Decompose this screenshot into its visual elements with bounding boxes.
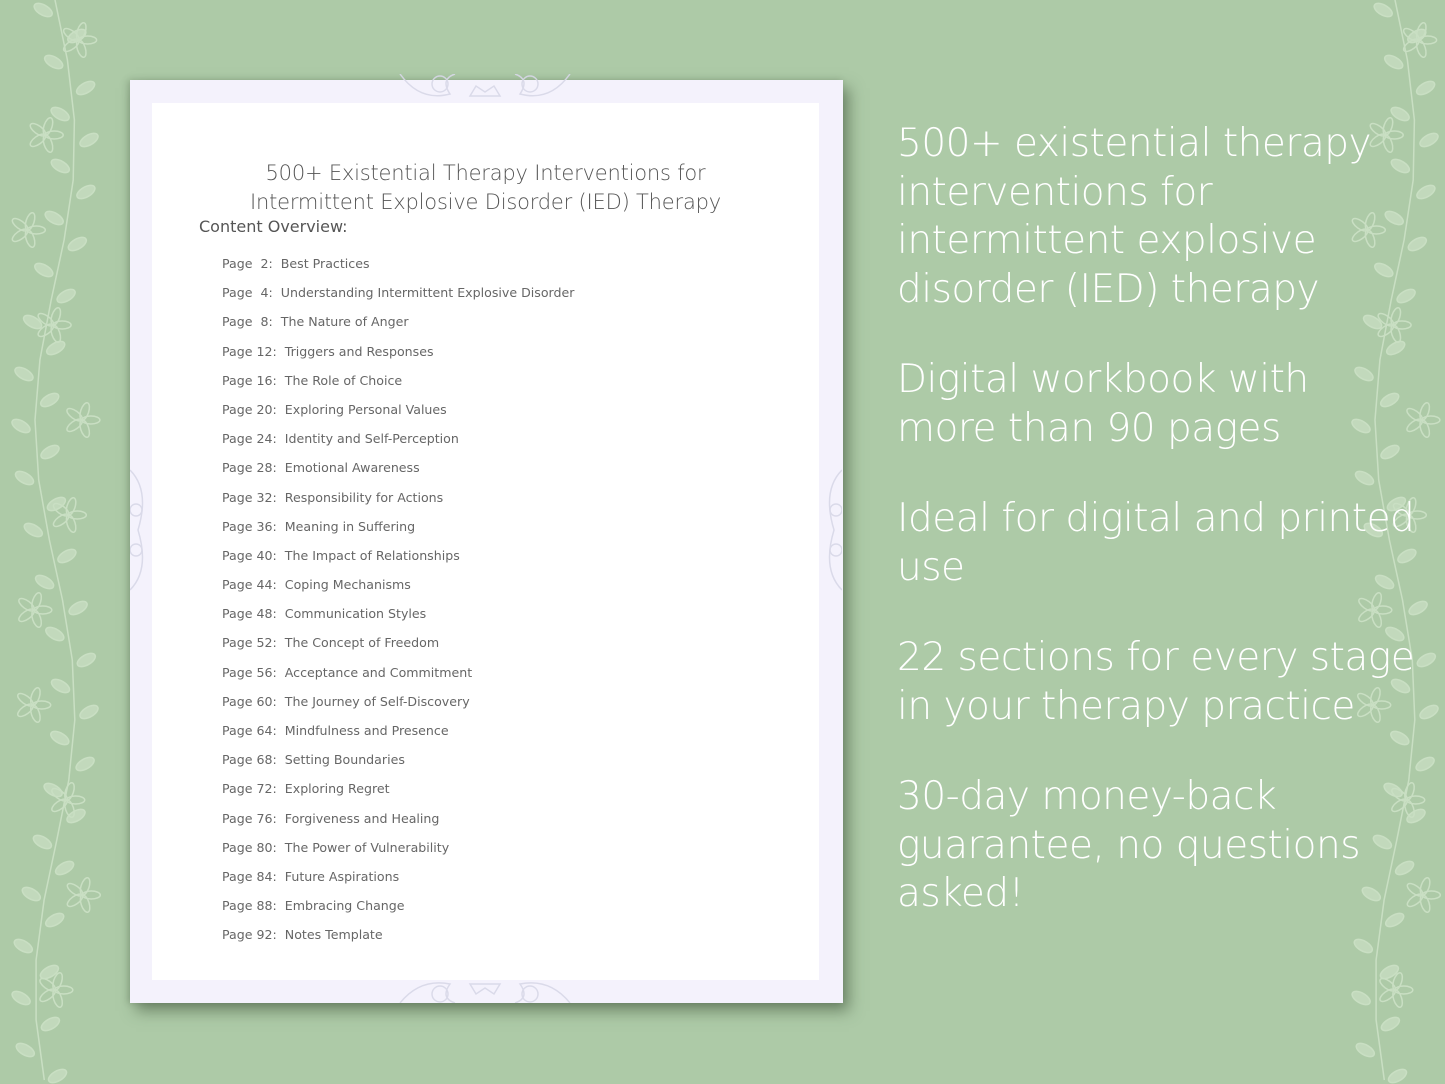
toc-section-title: Best Practices bbox=[280, 256, 370, 271]
toc-section-title: Communication Styles bbox=[284, 606, 427, 622]
toc-item: Page 92: Notes Template bbox=[222, 925, 574, 954]
toc-section-title: The Concept of Freedom bbox=[284, 635, 440, 651]
content-overview-heading: Content Overview: bbox=[199, 217, 348, 236]
toc-section-title: Responsibility for Actions bbox=[284, 489, 444, 505]
toc-section-title: The Impact of Relationships bbox=[284, 547, 460, 563]
feature-list: 500+ existential therapy interventions f… bbox=[897, 120, 1417, 961]
workbook-page-preview: 500+ Existential Therapy Interventions f… bbox=[130, 74, 843, 1003]
toc-item: Page 56: Acceptance and Commitment bbox=[222, 663, 574, 692]
toc-page-number: Page 52: bbox=[222, 635, 277, 651]
toc-item: Page 52: The Concept of Freedom bbox=[222, 633, 574, 662]
mandala-top-ornament bbox=[399, 74, 571, 97]
toc-item: Page 36: Meaning in Suffering bbox=[222, 517, 574, 546]
toc-page-number: Page 40: bbox=[222, 547, 277, 563]
feature-usage: Ideal for digital and printed use bbox=[897, 496, 1415, 590]
toc-section-title: Embracing Change bbox=[284, 898, 405, 914]
toc-page-number: Page 64: bbox=[222, 723, 277, 738]
toc-page-number: Page 72: bbox=[222, 781, 277, 797]
toc-item: Page 32: Responsibility for Actions bbox=[222, 488, 574, 517]
toc-section-title: Mindfulness and Presence bbox=[284, 723, 449, 738]
toc-item: Page 12: Triggers and Responses bbox=[222, 342, 574, 371]
toc-page-number: Page 48: bbox=[222, 606, 277, 622]
toc-item: Page 84: Future Aspirations bbox=[222, 867, 574, 896]
toc-item: Page 72: Exploring Regret bbox=[222, 779, 574, 808]
toc-page-number: Page 8: bbox=[222, 314, 273, 330]
mandala-left-ornament bbox=[130, 469, 144, 591]
toc-section-title: Notes Template bbox=[284, 927, 383, 943]
floral-vine-left-decoration bbox=[11, 0, 102, 1084]
toc-item: Page 80: The Power of Vulnerability bbox=[222, 838, 574, 867]
toc-page-number: Page 12: bbox=[222, 343, 277, 359]
toc-item: Page 16: The Role of Choice bbox=[222, 371, 574, 400]
toc-section-title: Understanding Intermittent Explosive Dis… bbox=[280, 285, 575, 301]
toc-section-title: Future Aspirations bbox=[284, 868, 400, 884]
toc-item: Page 4: Understanding Intermittent Explo… bbox=[222, 283, 574, 312]
toc-item: Page 48: Communication Styles bbox=[222, 604, 574, 633]
feature-sections: 22 sections for every stage in your ther… bbox=[897, 635, 1415, 729]
toc-page-number: Page 36: bbox=[222, 518, 277, 534]
toc-page-number: Page 28: bbox=[222, 460, 277, 476]
toc-item: Page 60: The Journey of Self-Discovery bbox=[222, 692, 574, 721]
document-title-line-1: 500+ Existential Therapy Interventions f… bbox=[265, 161, 706, 185]
toc-section-title: Acceptance and Commitment bbox=[284, 664, 473, 680]
toc-page-number: Page 84: bbox=[222, 868, 277, 884]
toc-section-title: The Nature of Anger bbox=[280, 314, 409, 330]
toc-page-number: Page 56: bbox=[222, 664, 277, 680]
toc-page-number: Page 88: bbox=[222, 898, 277, 914]
toc-item: Page 76: Forgiveness and Healing bbox=[222, 809, 574, 838]
toc-item: Page 88: Embracing Change bbox=[222, 896, 574, 925]
toc-item: Page 2: Best Practices bbox=[222, 254, 574, 283]
toc-item: Page 40: The Impact of Relationships bbox=[222, 546, 574, 575]
toc-page-number: Page 60: bbox=[222, 693, 277, 709]
feature-page-count: Digital workbook with more than 90 pages bbox=[897, 357, 1309, 451]
toc-item: Page 68: Setting Boundaries bbox=[222, 750, 574, 779]
toc-item: Page 28: Emotional Awareness bbox=[222, 458, 574, 487]
toc-page-number: Page 16: bbox=[222, 372, 277, 388]
table-of-contents: Page 2: Best Practices Page 4: Understand… bbox=[222, 254, 574, 955]
feature-guarantee: 30-day money-back guarantee, no question… bbox=[897, 774, 1361, 916]
toc-section-title: The Power of Vulnerability bbox=[284, 839, 450, 855]
toc-page-number: Page 44: bbox=[222, 577, 277, 593]
toc-section-title: The Role of Choice bbox=[284, 372, 403, 388]
document-title: 500+ Existential Therapy Interventions f… bbox=[152, 159, 819, 217]
document-title-line-2: Intermittent Explosive Disorder (IED) Th… bbox=[250, 190, 721, 214]
toc-page-number: Page 92: bbox=[222, 927, 277, 943]
toc-page-number: Page 68: bbox=[222, 752, 277, 768]
toc-section-title: Emotional Awareness bbox=[284, 460, 420, 476]
toc-page-number: Page 4: bbox=[222, 285, 273, 301]
toc-page-number: Page 80: bbox=[222, 839, 277, 855]
toc-page-number: Page 76: bbox=[222, 810, 277, 826]
toc-section-title: Exploring Personal Values bbox=[284, 401, 447, 417]
toc-item: Page 24: Identity and Self-Perception bbox=[222, 429, 574, 458]
toc-section-title: Forgiveness and Healing bbox=[284, 810, 440, 826]
toc-section-title: Exploring Regret bbox=[284, 781, 390, 797]
mandala-right-ornament bbox=[828, 469, 842, 591]
toc-page-number: Page 24: bbox=[222, 431, 277, 447]
toc-item: Page 20: Exploring Personal Values bbox=[222, 400, 574, 429]
page-content-area: 500+ Existential Therapy Interventions f… bbox=[152, 103, 819, 980]
toc-page-number: Page 32: bbox=[222, 489, 277, 505]
toc-section-title: Meaning in Suffering bbox=[284, 518, 416, 534]
toc-item: Page 64: Mindfulness and Presence bbox=[222, 721, 574, 750]
toc-item: Page 44: Coping Mechanisms bbox=[222, 575, 574, 604]
toc-section-title: Setting Boundaries bbox=[284, 752, 405, 768]
toc-section-title: Identity and Self-Perception bbox=[284, 431, 459, 447]
feature-interventions: 500+ existential therapy interventions f… bbox=[897, 121, 1372, 312]
toc-page-number: Page 20: bbox=[222, 401, 277, 417]
mandala-bottom-ornament bbox=[399, 982, 571, 1003]
toc-item: Page 8: The Nature of Anger bbox=[222, 312, 574, 341]
toc-section-title: Coping Mechanisms bbox=[284, 577, 411, 593]
toc-section-title: Triggers and Responses bbox=[284, 343, 434, 359]
toc-section-title: The Journey of Self-Discovery bbox=[284, 693, 470, 709]
toc-page-number: Page 2: bbox=[222, 256, 273, 271]
